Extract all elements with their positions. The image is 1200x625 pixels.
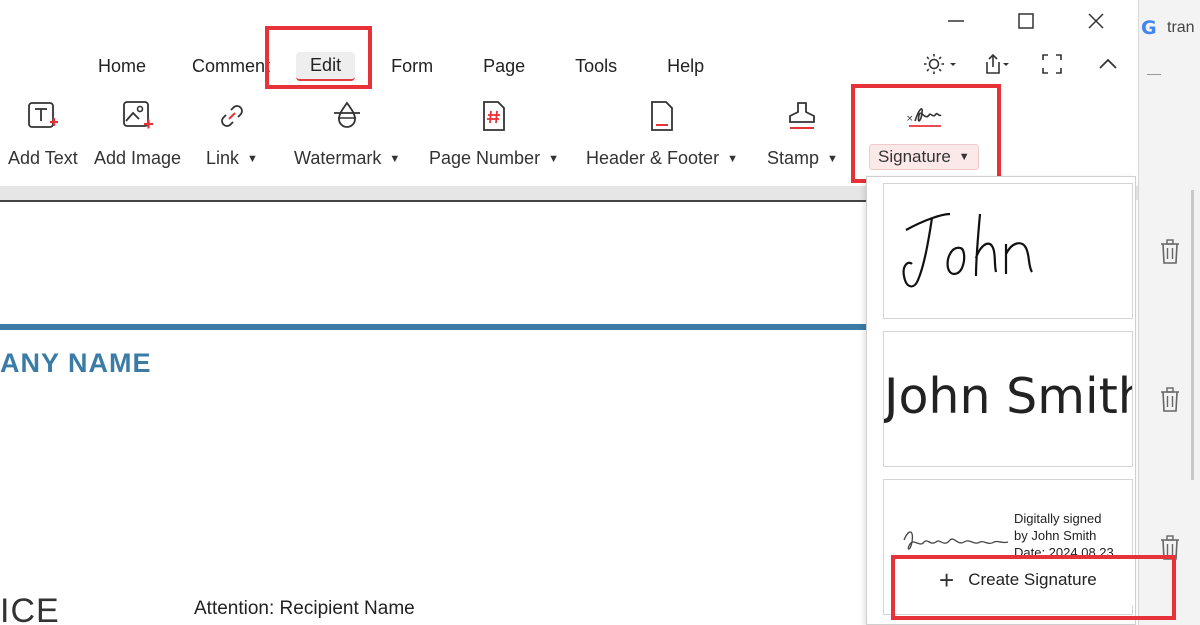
company-name-text: ANY NAME	[0, 348, 152, 378]
signature-option-typed[interactable]: John Smith	[883, 331, 1133, 467]
add-image-button[interactable]: Add Image	[94, 96, 181, 169]
theme-button[interactable]	[922, 50, 958, 78]
stamp-dropdown-icon: ▼	[827, 152, 838, 165]
typed-signature-text: John Smith	[884, 368, 1133, 425]
minimize-icon	[948, 20, 964, 22]
fullscreen-icon	[1042, 54, 1062, 74]
signature-option-handwritten[interactable]	[883, 183, 1133, 319]
window-controls	[936, 6, 1116, 36]
handwritten-signature-image	[902, 212, 1033, 288]
page-number-label: Page Number	[429, 148, 541, 168]
header-footer-button[interactable]: Header & Footer ▼	[586, 96, 738, 169]
chevron-up-icon	[1099, 58, 1117, 69]
close-button[interactable]	[1076, 6, 1116, 36]
background-browser-tab[interactable]: G tran	[1139, 10, 1200, 46]
brightness-icon	[924, 54, 956, 74]
create-signature-highlight	[891, 555, 1176, 620]
link-icon	[212, 96, 252, 136]
maximize-button[interactable]	[1006, 6, 1046, 36]
attention-text: Attention: Recipient Name	[194, 598, 415, 619]
background-browser-window: G tran	[1138, 0, 1200, 625]
document-page: ANY NAME ICE Attention: Recipient Name	[0, 202, 866, 625]
share-icon	[986, 53, 1009, 74]
digital-line-1: Digitally signed	[1014, 511, 1102, 526]
add-text-icon	[23, 96, 63, 136]
header-footer-dropdown-icon: ▼	[727, 152, 738, 165]
watermark-button[interactable]: Watermark ▼	[294, 96, 400, 169]
trash-icon	[1161, 239, 1179, 264]
tab-tools[interactable]: Tools	[561, 53, 631, 80]
delete-signature-2-button[interactable]	[1159, 387, 1181, 413]
background-tab-title: tran	[1167, 19, 1195, 36]
watermark-label: Watermark	[294, 148, 382, 168]
add-image-icon	[118, 96, 158, 136]
link-dropdown-icon: ▼	[247, 152, 258, 165]
page-number-dropdown-icon: ▼	[548, 152, 559, 165]
stamp-button[interactable]: Stamp ▼	[767, 96, 838, 169]
add-image-label: Add Image	[94, 148, 182, 168]
maximize-icon	[1018, 13, 1034, 29]
background-scrollbar	[1191, 190, 1194, 480]
screen: G tran Home Comment Edit Form Page Tools…	[0, 0, 1200, 625]
share-button[interactable]	[978, 50, 1014, 78]
link-button[interactable]: Link ▼	[206, 96, 258, 169]
add-text-label: Add Text	[8, 148, 78, 168]
page-number-button[interactable]: Page Number ▼	[429, 96, 559, 169]
fullscreen-button[interactable]	[1034, 50, 1070, 78]
add-text-button[interactable]: Add Text	[8, 96, 78, 169]
minimize-button[interactable]	[936, 6, 976, 36]
stamp-label: Stamp	[767, 148, 820, 168]
top-right-actions	[922, 50, 1126, 78]
watermark-icon	[327, 96, 367, 136]
tab-home[interactable]: Home	[84, 53, 160, 80]
digital-signature-details: Digitally signed by John Smith Date: 202…	[1014, 510, 1114, 561]
document-header-rule	[0, 324, 866, 330]
background-divider	[1147, 74, 1161, 75]
tab-page[interactable]: Page	[469, 53, 539, 80]
watermark-dropdown-icon: ▼	[389, 152, 401, 165]
header-footer-label: Header & Footer	[586, 148, 720, 168]
stamp-icon	[782, 96, 822, 136]
signature-button-highlight	[851, 84, 1001, 183]
collapse-ribbon-button[interactable]	[1090, 50, 1126, 78]
edit-tab-highlight	[265, 26, 372, 89]
trash-icon	[1161, 387, 1179, 412]
page-number-icon	[474, 96, 514, 136]
close-icon	[1088, 13, 1104, 29]
invoice-title-text: ICE	[0, 592, 60, 625]
digital-line-2: by John Smith	[1014, 528, 1097, 543]
link-label: Link	[206, 148, 240, 168]
delete-signature-1-button[interactable]	[1159, 239, 1181, 265]
tab-help[interactable]: Help	[653, 53, 718, 80]
tab-form[interactable]: Form	[377, 53, 447, 80]
google-icon: G	[1141, 17, 1157, 39]
header-footer-icon	[642, 96, 682, 136]
menu-tabs: Home Comment Edit Form Page Tools Help	[84, 52, 730, 81]
